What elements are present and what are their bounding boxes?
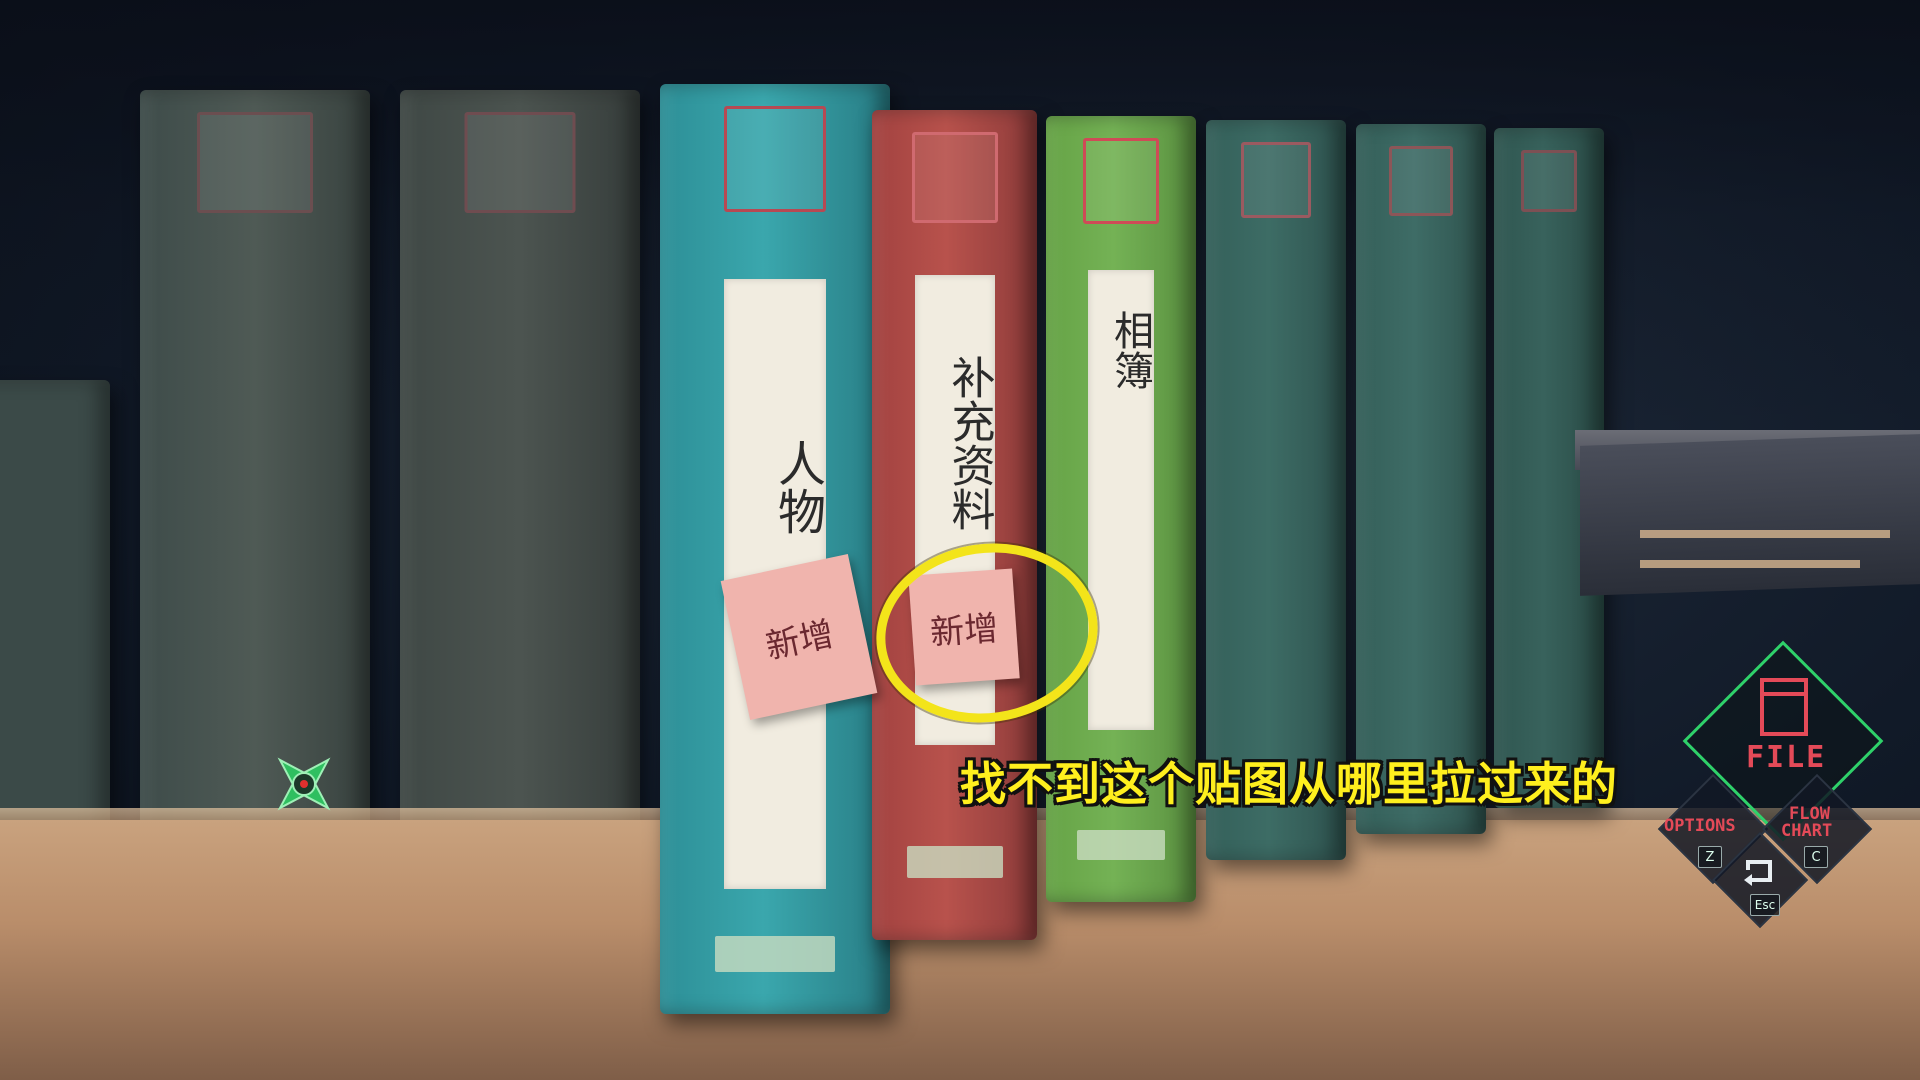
ledge-stripe — [1640, 560, 1860, 568]
game-scene: 人物 补充资料 相簿 新增 新增 找不到这个贴图从哪里拉过来的 FILE OPT… — [0, 0, 1920, 1080]
file-folder-icon — [1760, 678, 1808, 736]
hud-options-label[interactable]: OPTIONS — [1664, 816, 1736, 836]
binder-album-label: 相簿 — [1107, 310, 1153, 390]
ledge-stripe — [1640, 530, 1890, 538]
sticky-note-people-text: 新增 — [762, 613, 838, 668]
annotation-caption: 找不到这个贴图从哪里拉过来的 — [960, 757, 1618, 811]
binder-people-label: 人物 — [769, 439, 825, 535]
binder-right-2 — [1356, 124, 1486, 834]
hud-flowchart-label-2[interactable]: CHART — [1781, 821, 1832, 841]
crosshair-star-icon[interactable] — [268, 748, 340, 820]
hud-options-key: Z — [1698, 846, 1722, 868]
return-arrow-icon[interactable] — [1742, 856, 1776, 886]
binder-supplement-label: 补充资料 — [943, 355, 995, 531]
binder-people[interactable]: 人物 — [660, 84, 890, 1014]
hud-file-label[interactable]: FILE — [1746, 740, 1826, 775]
hud-flowchart-key: C — [1804, 846, 1828, 868]
binder-supplement[interactable]: 补充资料 — [872, 110, 1037, 940]
hud-menu: FILE OPTIONS Z FLOW CHART C Esc — [1650, 640, 1890, 930]
hud-back-key: Esc — [1750, 894, 1780, 916]
side-ledge — [1580, 434, 1920, 596]
